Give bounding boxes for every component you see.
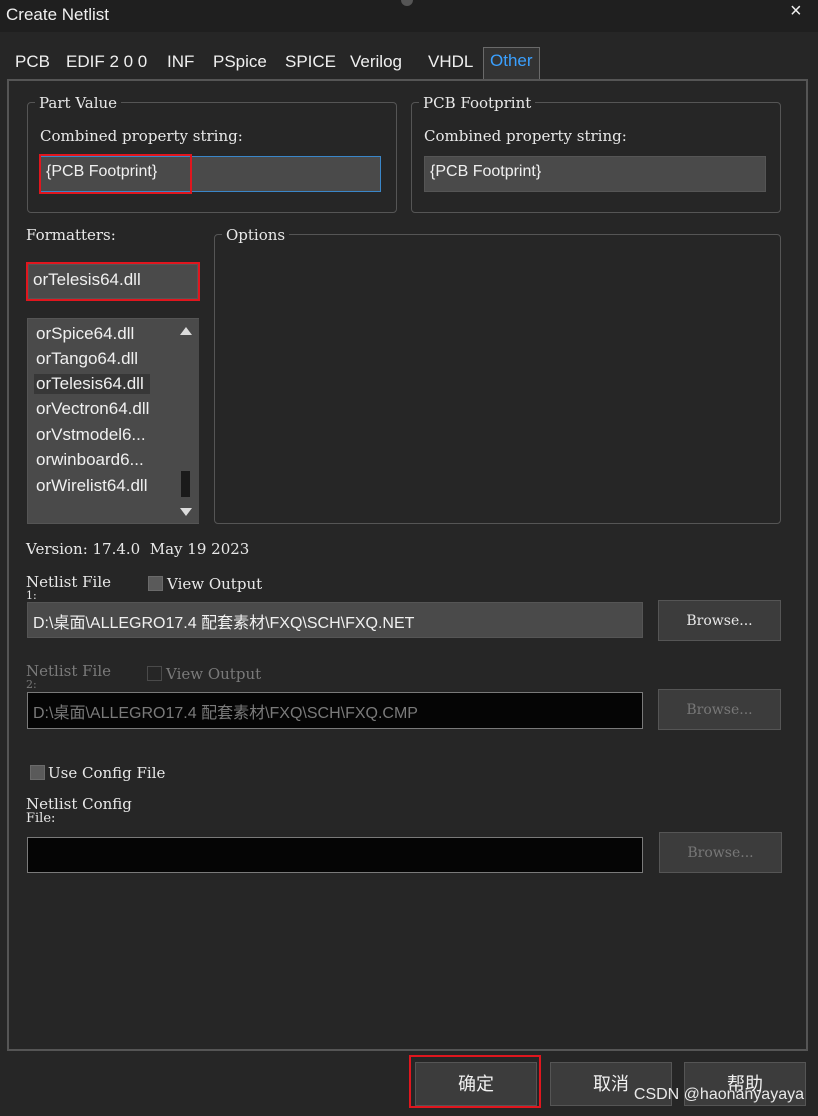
tab-pcb[interactable]: PCB	[15, 50, 50, 78]
browse-button-2[interactable]: Browse...	[658, 689, 781, 730]
pcb-footprint-input[interactable]: {PCB Footprint}	[424, 156, 766, 192]
options-legend: Options	[222, 226, 290, 244]
highlight-box	[26, 262, 200, 301]
netlist2-label-number: 2:	[26, 678, 37, 688]
tab-inf[interactable]: INF	[167, 50, 194, 78]
netlist1-path-input[interactable]: D:\桌面\ALLEGRO17.4 配套素材\FXQ\SCH\FXQ.NET	[27, 602, 643, 638]
options-group	[214, 234, 781, 524]
use-config-checkbox[interactable]	[30, 765, 45, 780]
netlist2-path-text: D:\桌面\ALLEGRO17.4 配套素材\FXQ\SCH\FXQ.CMP	[33, 705, 418, 722]
watermark-text: CSDN @haonanyayaya	[633, 1086, 804, 1103]
formatters-label: Formatters:	[26, 226, 116, 244]
netlist2-label: Netlist File	[26, 662, 111, 680]
close-icon[interactable]: ×	[790, 0, 802, 23]
browse-button-config[interactable]: Browse...	[659, 832, 782, 873]
formatters-list[interactable]: orSpice64.dll orTango64.dll orTelesis64.…	[27, 318, 199, 524]
list-scrollbar[interactable]	[173, 319, 199, 523]
tab-panel	[7, 79, 808, 1051]
list-item[interactable]: orVectron64.dll	[36, 399, 149, 419]
scroll-thumb[interactable]	[181, 471, 190, 497]
list-item[interactable]: orSpice64.dll	[36, 324, 134, 344]
list-item-selected[interactable]: orTelesis64.dll	[34, 374, 150, 394]
list-item[interactable]: orWirelist64.dll	[36, 476, 147, 496]
version-text: Version: 17.4.0 May 19 2023	[26, 540, 250, 558]
netlist1-path-text: D:\桌面\ALLEGRO17.4 配套素材\FXQ\SCH\FXQ.NET	[33, 615, 415, 632]
list-item[interactable]: orVstmodel6...	[36, 425, 146, 445]
list-item[interactable]: orTango64.dll	[36, 349, 138, 369]
tab-edif[interactable]: EDIF 2 0 0	[66, 50, 147, 78]
use-config-label: Use Config File	[48, 764, 166, 782]
highlight-box	[409, 1055, 541, 1108]
view-output-1-label: View Output	[167, 575, 263, 593]
pcb-footprint-legend: PCB Footprint	[419, 94, 536, 112]
config-path-input[interactable]	[27, 837, 643, 873]
netlist2-path-input[interactable]: D:\桌面\ALLEGRO17.4 配套素材\FXQ\SCH\FXQ.CMP	[27, 692, 643, 729]
pcb-footprint-text: {PCB Footprint}	[430, 163, 542, 180]
netlist1-label: Netlist File	[26, 573, 111, 591]
netlist1-label-number: 1:	[26, 589, 37, 599]
window-title: Create Netlist	[6, 5, 109, 24]
view-output-1-checkbox[interactable]	[148, 576, 163, 591]
list-item[interactable]: orwinboard6...	[36, 450, 144, 470]
config-file-label-2: File:	[26, 811, 56, 823]
scroll-up-icon[interactable]	[180, 327, 192, 335]
browse-button-1[interactable]: Browse...	[658, 600, 781, 641]
part-value-legend: Part Value	[35, 94, 122, 112]
tab-pspice[interactable]: PSpice	[213, 50, 267, 78]
tab-other[interactable]: Other	[483, 47, 540, 80]
tab-verilog[interactable]: Verilog	[350, 50, 402, 78]
tab-vhdl[interactable]: VHDL	[428, 50, 473, 78]
part-value-label: Combined property string:	[40, 127, 243, 145]
scroll-down-icon[interactable]	[180, 508, 192, 516]
tab-spice[interactable]: SPICE	[285, 50, 336, 78]
pcb-footprint-label: Combined property string:	[424, 127, 627, 145]
view-output-2-label: View Output	[166, 665, 262, 683]
view-output-2-checkbox[interactable]	[147, 666, 162, 681]
highlight-box	[39, 154, 192, 194]
